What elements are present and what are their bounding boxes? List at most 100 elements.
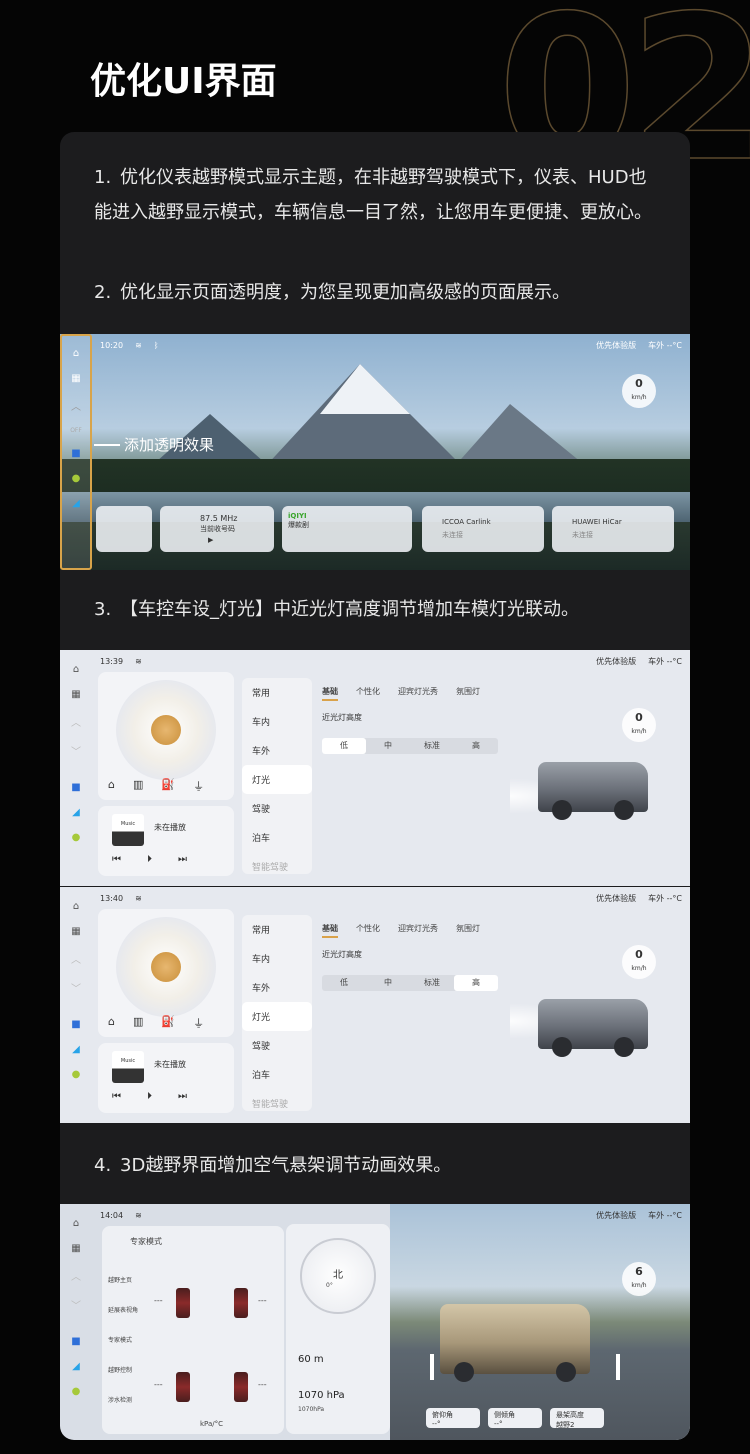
car-app-icon[interactable]: ■	[71, 448, 80, 459]
tab-welcome[interactable]: 迎宾灯光秀	[398, 923, 438, 938]
tab-basic[interactable]: 基础	[322, 923, 338, 938]
level-high[interactable]: 高	[454, 975, 498, 991]
building-icon[interactable]: ▥	[133, 778, 143, 794]
level-std[interactable]: 标准	[410, 738, 454, 754]
level-high[interactable]: 高	[454, 738, 498, 754]
menu-item[interactable]: 灯光	[242, 1002, 312, 1031]
assistant-icon[interactable]: ●	[72, 1386, 81, 1397]
wheel-rear-left	[176, 1372, 190, 1402]
plug-icon[interactable]: ⏚	[193, 1015, 204, 1031]
chevron-up-icon[interactable]: ︿	[71, 714, 81, 729]
menu-item[interactable]: 车外	[242, 736, 312, 765]
level-mid[interactable]: 中	[366, 975, 410, 991]
widget-card[interactable]	[96, 506, 152, 552]
level-low[interactable]: 低	[322, 975, 366, 991]
home-icon[interactable]: ⌂	[73, 901, 79, 912]
navigation-icon[interactable]: ◢	[72, 498, 80, 509]
chevron-down-icon[interactable]: ﹀	[71, 1297, 81, 1312]
speed-unit: km/h	[631, 728, 647, 735]
menu-item[interactable]: 常用	[242, 678, 312, 707]
outside-temp: 车外 --°C	[648, 340, 682, 350]
mode-offroad-home[interactable]: 越野主页	[108, 1266, 142, 1296]
building-icon[interactable]: ▥	[133, 1015, 143, 1031]
assistant-icon[interactable]: ●	[72, 473, 81, 484]
level-std[interactable]: 标准	[410, 975, 454, 991]
radio-sub: 当前收号码	[200, 525, 235, 533]
light-dial[interactable]	[116, 680, 216, 780]
fuel-icon[interactable]: ⛽	[161, 1015, 175, 1031]
navigation-icon[interactable]: ◢	[72, 1044, 80, 1055]
menu-item[interactable]: 泊车	[242, 1060, 312, 1089]
mode-control[interactable]: 越野控制	[108, 1356, 142, 1386]
next-icon[interactable]: ⏭	[178, 854, 187, 865]
home-control-icon[interactable]: ⌂	[108, 778, 115, 794]
menu-item[interactable]: 智能驾驶	[242, 852, 312, 881]
home-icon[interactable]: ⌂	[73, 664, 79, 675]
music-widget[interactable]: Music 未在播放 ⏮ ⏵ ⏭	[98, 1043, 234, 1113]
play-icon[interactable]: ▶	[208, 536, 213, 544]
tab-personal[interactable]: 个性化	[356, 923, 380, 938]
level-mid[interactable]: 中	[366, 738, 410, 754]
item-4: 4. 3D越野界面增加空气悬架调节动画效果。	[94, 1148, 654, 1183]
chevron-down-icon[interactable]: ﹀	[71, 980, 81, 995]
car-app-icon[interactable]: ■	[71, 782, 80, 793]
assistant-icon[interactable]: ●	[72, 832, 81, 843]
tab-ambient[interactable]: 氛围灯	[456, 923, 480, 938]
chevron-up-icon[interactable]: ︿	[71, 1268, 81, 1283]
play-icon[interactable]: ⏵	[147, 1091, 152, 1102]
menu-item[interactable]: 驾驶	[242, 1031, 312, 1060]
prev-icon[interactable]: ⏮	[112, 854, 121, 865]
wifi-icon: ≋	[135, 1210, 142, 1220]
menu-item[interactable]: 灯光	[242, 765, 312, 794]
item-number: 3.	[94, 599, 112, 620]
menu-item[interactable]: 车内	[242, 944, 312, 973]
chevron-up-icon[interactable]: ︿	[71, 398, 81, 413]
unit-label: kPa/°C	[200, 1420, 223, 1428]
chevron-down-icon[interactable]: ﹀	[71, 743, 81, 758]
tab-welcome[interactable]: 迎宾灯光秀	[398, 686, 438, 701]
tab-ambient[interactable]: 氛围灯	[456, 686, 480, 701]
assistant-icon[interactable]: ●	[72, 1069, 81, 1080]
chevron-up-icon[interactable]: ︿	[71, 951, 81, 966]
radio-card[interactable]: 87.5 MHz 当前收号码 ▶	[160, 506, 274, 552]
next-icon[interactable]: ⏭	[178, 1091, 187, 1102]
home-control-icon[interactable]: ⌂	[108, 1015, 115, 1031]
light-dial[interactable]	[116, 917, 216, 1017]
navigation-icon[interactable]: ◢	[72, 807, 80, 818]
navigation-icon[interactable]: ◢	[72, 1361, 80, 1372]
mode-expert[interactable]: 专家模式	[108, 1326, 142, 1356]
mode-wading[interactable]: 涉水检测	[108, 1386, 142, 1416]
speed-value: 0	[635, 948, 643, 961]
menu-item[interactable]: 常用	[242, 915, 312, 944]
level-low[interactable]: 低	[322, 738, 366, 754]
menu-item[interactable]: 驾驶	[242, 794, 312, 823]
apps-icon[interactable]: ▦	[71, 926, 80, 937]
hicar-card[interactable]: HUAWEI HiCar 未连接	[552, 506, 674, 552]
menu-item[interactable]: 车外	[242, 973, 312, 1002]
menu-item[interactable]: 车内	[242, 707, 312, 736]
car-app-icon[interactable]: ■	[71, 1019, 80, 1030]
menu-item[interactable]: 智能驾驶	[242, 1089, 312, 1118]
home-icon[interactable]: ⌂	[73, 1218, 79, 1229]
mode-view[interactable]: 延展表视角	[108, 1296, 142, 1326]
home-icon[interactable]: ⌂	[73, 348, 79, 359]
menu-item[interactable]: 泊车	[242, 823, 312, 852]
music-widget[interactable]: Music 未在播放 ⏮ ⏵ ⏭	[98, 806, 234, 876]
carlink-card[interactable]: ICCOA Carlink 未连接	[422, 506, 544, 552]
tab-personal[interactable]: 个性化	[356, 686, 380, 701]
fuel-icon[interactable]: ⛽	[161, 778, 175, 794]
wheel-rear-right	[234, 1372, 248, 1402]
low-beam-label: 近光灯高度	[322, 950, 362, 959]
plug-icon[interactable]: ⏚	[193, 778, 204, 794]
outside-temp: 车外 --°C	[648, 656, 682, 666]
apps-icon[interactable]: ▦	[71, 689, 80, 700]
car-app-icon[interactable]: ■	[71, 1336, 80, 1347]
apps-icon[interactable]: ▦	[71, 373, 80, 384]
prev-icon[interactable]: ⏮	[112, 1091, 121, 1102]
apps-icon[interactable]: ▦	[71, 1243, 80, 1254]
tab-basic[interactable]: 基础	[322, 686, 338, 701]
play-icon[interactable]: ⏵	[147, 854, 152, 865]
iqiyi-card[interactable]: iQIYI 爆款剧	[282, 506, 412, 552]
brand-label: 优先体验版	[596, 656, 637, 666]
item-text: 【车控车设_灯光】中近光灯高度调节增加车模灯光联动。	[120, 599, 579, 620]
